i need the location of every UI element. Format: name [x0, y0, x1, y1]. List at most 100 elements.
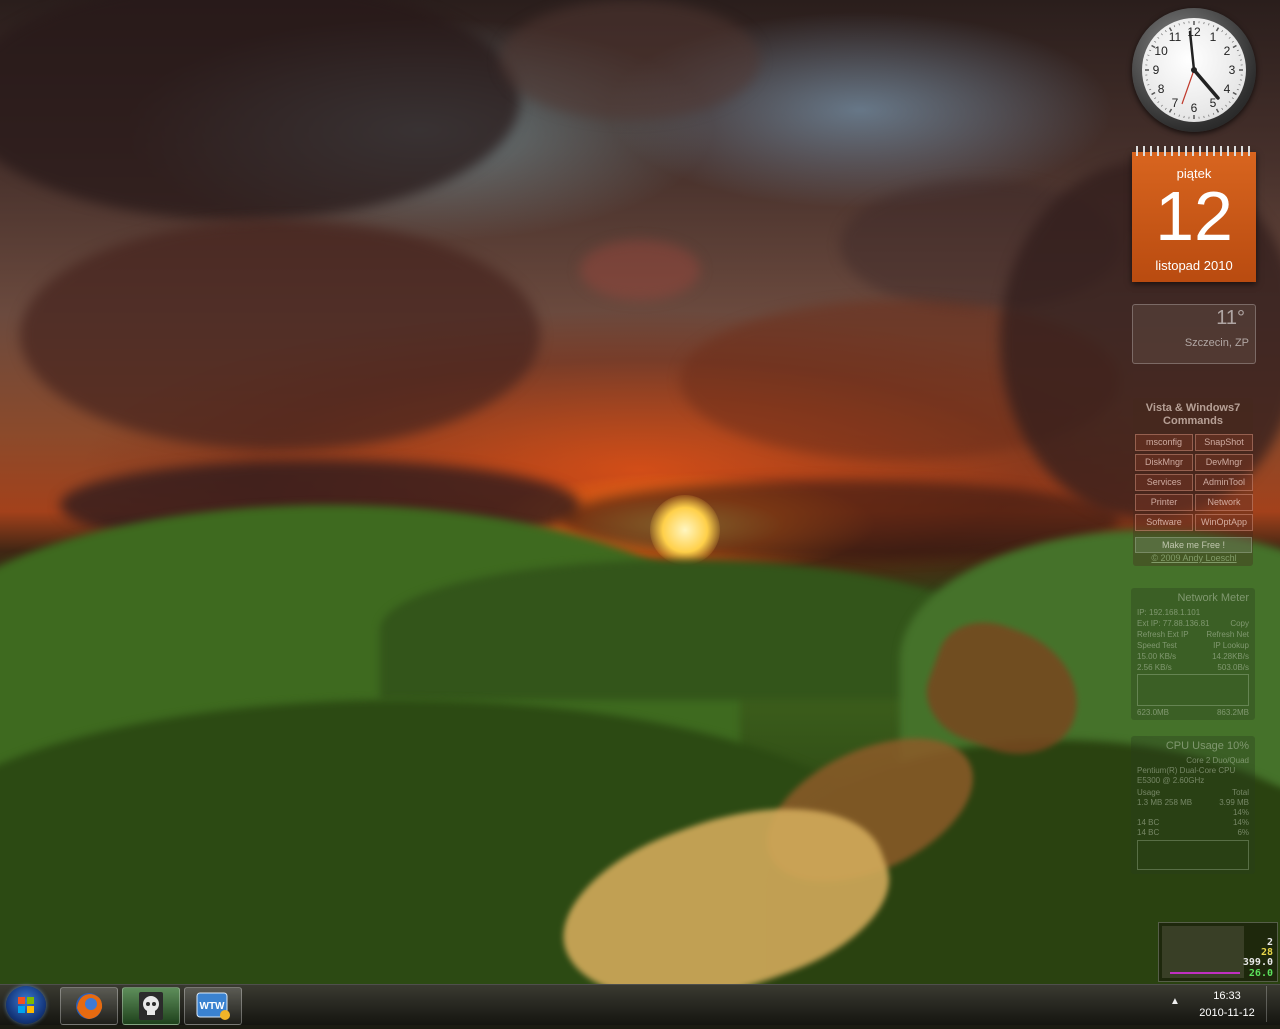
clock-tick: [1147, 85, 1149, 86]
clock-tick: [1225, 34, 1226, 35]
clock-numeral: 3: [1229, 63, 1236, 77]
clock-tick: [1213, 113, 1214, 115]
clock-tick: [1179, 115, 1180, 117]
calendar-day-number: 12: [1132, 180, 1256, 252]
security-app-taskbar-button[interactable]: [122, 987, 180, 1025]
ip-lookup-link[interactable]: IP Lookup: [1213, 641, 1249, 650]
msconfig-button[interactable]: msconfig: [1135, 434, 1193, 451]
clock-tick: [1161, 105, 1162, 106]
clock-numeral: 9: [1153, 63, 1160, 77]
show-hidden-icons-button[interactable]: ▲: [1170, 996, 1180, 1007]
clock-tick: [1229, 101, 1230, 102]
snapshot-button[interactable]: SnapShot: [1195, 434, 1253, 451]
clock-icon: 121234567891011: [1142, 18, 1246, 122]
calendar-gadget[interactable]: piątek 12 listopad 2010: [1132, 152, 1256, 282]
clock-tick: [1152, 93, 1155, 95]
clock-tick: [1154, 41, 1156, 42]
network-row-value: 503.0B/s: [1217, 663, 1249, 672]
cpu-row-label: Usage: [1137, 788, 1160, 797]
network-graph: [1137, 674, 1249, 706]
clock-tick: [1149, 89, 1151, 90]
cpu-row-label: 14 BC: [1137, 828, 1159, 837]
system-meter-value: 26.0: [1249, 968, 1273, 979]
firefox-icon: [61, 988, 117, 1024]
cpu-row: Pentium(R) Dual-Core CPU: [1137, 766, 1249, 775]
cpu-row: UsageTotal: [1137, 788, 1249, 797]
clock-tick: [1237, 50, 1239, 51]
speed-test-link[interactable]: Speed Test: [1137, 641, 1177, 650]
clock-numeral: 2: [1224, 44, 1231, 58]
admintool-button[interactable]: AdminTool: [1195, 474, 1253, 491]
copy-link[interactable]: Copy: [1230, 619, 1249, 628]
clock-tick: [1209, 115, 1210, 117]
desktop-wallpaper: [0, 0, 1280, 984]
refresh-net-link[interactable]: Refresh Net: [1206, 630, 1249, 639]
refresh-ext-ip-link[interactable]: Refresh Ext IP: [1137, 630, 1189, 639]
calendar-month-year: listopad 2010: [1132, 258, 1256, 273]
winoptapp-button[interactable]: WinOptApp: [1195, 514, 1253, 531]
system-meter-gadget[interactable]: 2 28 399.0 26.0: [1158, 922, 1278, 982]
clock-numeral: 1: [1210, 30, 1217, 44]
cpu-row: 14 BC6%: [1137, 828, 1249, 837]
cpu-row-label: Pentium(R) Dual-Core CPU: [1137, 766, 1235, 775]
firefox-taskbar-button[interactable]: [60, 987, 118, 1025]
clock-numeral: 10: [1154, 44, 1168, 58]
clock-tick: [1233, 93, 1236, 95]
clock-numeral: 7: [1172, 96, 1179, 110]
services-button[interactable]: Services: [1135, 474, 1193, 491]
cpu-row-label: 14 BC: [1137, 818, 1159, 827]
weather-location: Szczecin, ZP: [1185, 337, 1249, 349]
wtw-taskbar-button[interactable]: WTW: [184, 987, 242, 1025]
tray-time[interactable]: 16:33: [1194, 990, 1260, 1002]
network-row: 15.00 KB/s14.28KB/s: [1137, 652, 1249, 661]
tray-date[interactable]: 2010-11-12: [1190, 1007, 1264, 1019]
clock-tick: [1237, 89, 1239, 90]
network-totals: 623.0MB 863.2MB: [1137, 708, 1249, 717]
cpu-row-value: 14%: [1233, 808, 1249, 817]
diskmngr-button[interactable]: DiskMngr: [1135, 454, 1193, 471]
copyright-link[interactable]: © 2009 Andy Loeschl: [1135, 553, 1253, 563]
clock-tick: [1149, 50, 1151, 51]
network-row: Ext IP: 77.88.136.81Copy: [1137, 619, 1249, 628]
cpu-row: 1.3 MB 258 MB3.99 MB: [1137, 798, 1249, 807]
wtw-icon: WTW: [185, 988, 241, 1024]
clock-tick: [1165, 30, 1166, 32]
network-row: Refresh Ext IP Refresh Net: [1137, 630, 1249, 639]
clock-tick: [1213, 25, 1214, 27]
network-button[interactable]: Network: [1195, 494, 1253, 511]
commands-gadget: Vista & Windows7 Commands msconfig SnapS…: [1133, 398, 1253, 566]
clock-tick: [1158, 101, 1159, 102]
clock-numeral: 8: [1158, 82, 1165, 96]
devmngr-button[interactable]: DevMngr: [1195, 454, 1253, 471]
clock-numeral: 11: [1169, 30, 1182, 44]
clock-tick: [1209, 23, 1210, 25]
make-me-free-button[interactable]: Make me Free !: [1135, 537, 1252, 553]
network-meter-gadget[interactable]: Network Meter IP: 192.168.1.101 Ext IP: …: [1131, 588, 1255, 720]
network-meter-title: Network Meter: [1131, 592, 1249, 604]
cpu-usage-gadget[interactable]: CPU Usage 10% Core 2 Duo/Quad Pentium(R)…: [1131, 736, 1255, 874]
network-total-down: 623.0MB: [1137, 708, 1169, 717]
cpu-row: E5300 @ 2.60GHz: [1137, 776, 1249, 785]
clock-tick: [1217, 109, 1219, 112]
clock-tick: [1154, 98, 1156, 99]
clock-numeral: 5: [1210, 96, 1217, 110]
clock-tick: [1229, 37, 1230, 38]
clock-tick: [1232, 41, 1234, 42]
printer-button[interactable]: Printer: [1135, 494, 1193, 511]
cpu-row-value: 3.99 MB: [1219, 798, 1249, 807]
clock-tick: [1179, 23, 1180, 25]
weather-gadget[interactable]: 11° Szczecin, ZP: [1132, 304, 1256, 364]
network-row: 2.56 KB/s503.0B/s: [1137, 663, 1249, 672]
clock-tick: [1222, 30, 1223, 32]
taskbar: WTW: [0, 984, 1280, 1025]
system-meter-graph: [1162, 926, 1244, 978]
windows-logo-icon: [6, 986, 46, 1024]
network-row-label: 15.00 KB/s: [1137, 652, 1176, 661]
network-total-up: 863.2MB: [1217, 708, 1249, 717]
software-button[interactable]: Software: [1135, 514, 1193, 531]
clock-tick: [1147, 55, 1149, 56]
clock-gadget[interactable]: 121234567891011: [1132, 8, 1256, 132]
start-button[interactable]: [6, 986, 46, 1024]
show-desktop-button[interactable]: [1266, 986, 1279, 1022]
commands-title: Vista & Windows7 Commands: [1133, 402, 1253, 428]
